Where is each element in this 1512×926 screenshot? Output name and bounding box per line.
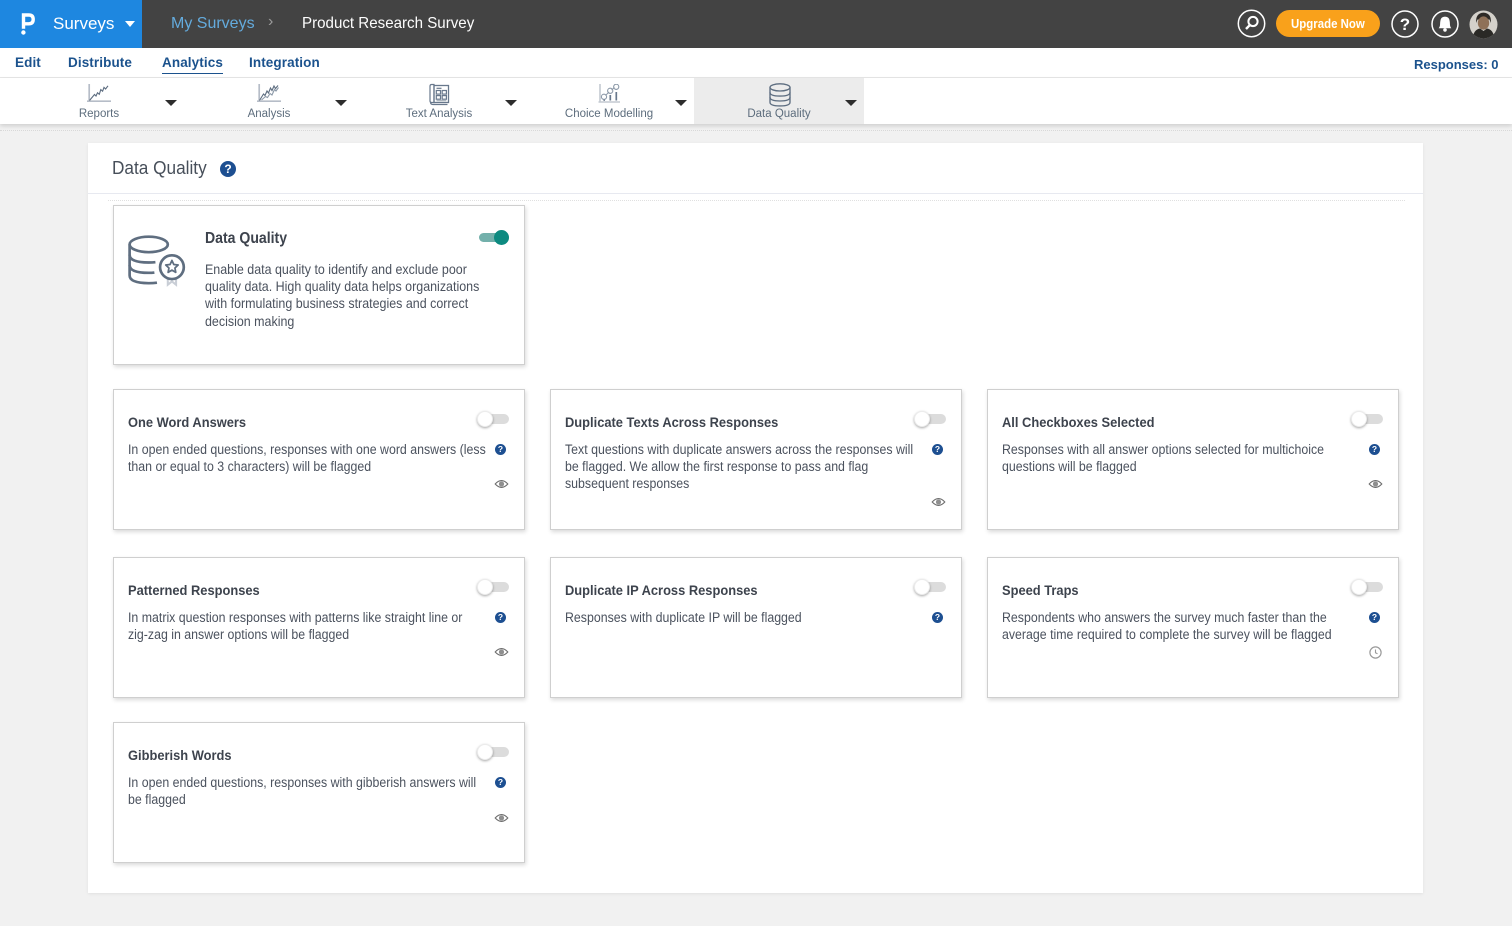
svg-text:?: ? xyxy=(1400,15,1410,34)
